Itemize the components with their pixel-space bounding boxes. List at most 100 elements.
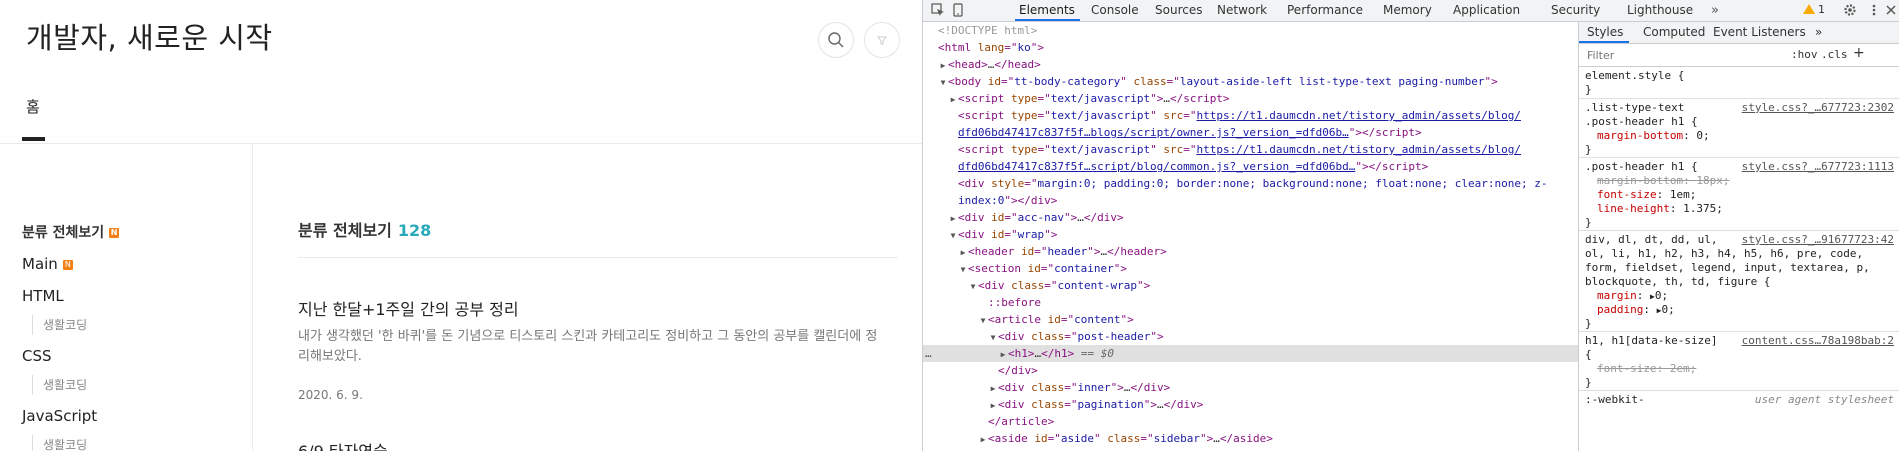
expand-icon[interactable]: ▶ [948, 91, 958, 107]
dom-node-continued[interactable]: dfd06bd47417c837f5f…blogs/script/owner.j… [923, 124, 1578, 141]
tab-memory[interactable]: Memory [1383, 0, 1432, 21]
collapse-icon[interactable]: ▼ [968, 278, 978, 294]
tab-computed[interactable]: Computed [1643, 22, 1705, 43]
rule-source-link[interactable]: style.css?_…91677723:42 [1742, 233, 1894, 247]
rule-declaration[interactable]: margin: ▶0; [1597, 289, 1668, 303]
rule-source-link[interactable]: content.css…78a198bab:2 [1742, 334, 1894, 348]
post-title[interactable]: 지난 한달+1주일 간의 공부 정리 [298, 296, 519, 320]
tab-lighthouse[interactable]: Lighthouse [1627, 0, 1693, 21]
styles-filter-input[interactable] [1585, 47, 1779, 64]
dom-node[interactable]: ▼ <body id="tt-body-category" class="layo… [923, 73, 1578, 90]
dom-node[interactable]: <div style="margin:0; padding:0; border:… [923, 175, 1578, 192]
dom-node[interactable]: ▶ <script type="text/javascript">…</scrip… [923, 90, 1578, 107]
style-rule[interactable]: h1, h1[data-ke-size] content.css…78a198b… [1579, 332, 1899, 391]
subcategory-item[interactable]: 생활코딩 [32, 435, 87, 451]
script-src-link[interactable]: dfd06bd47417c837f5f…blogs/script/owner.j… [958, 126, 1349, 139]
dom-node[interactable]: ▼ <div id="wrap"> [923, 226, 1578, 243]
category-item-all[interactable]: 분류 전체보기 N [22, 222, 120, 242]
more-tabs-button[interactable]: » [1711, 0, 1719, 21]
rule-declaration[interactable]: font-size: 1em; [1597, 188, 1696, 202]
dom-node[interactable]: </article> [923, 413, 1578, 430]
style-rule[interactable]: .post-header h1 { style.css?_…677723:111… [1579, 158, 1899, 231]
tab-performance[interactable]: Performance [1287, 0, 1363, 21]
rule-declaration-overridden[interactable]: font-size: 2em; [1597, 362, 1696, 376]
dom-node[interactable]: ▶ <div class="pagination">…</div> [923, 396, 1578, 413]
script-src-link[interactable]: https://t1.daumcdn.net/tistory_admin/ass… [1196, 143, 1521, 156]
new-style-rule-button[interactable]: + [1853, 45, 1865, 61]
inspect-element-icon[interactable] [931, 3, 945, 17]
more-options-icon[interactable] [1871, 3, 1877, 17]
rule-declaration[interactable]: line-height: 1.375; [1597, 202, 1723, 216]
rule-source-link[interactable]: style.css?_…677723:2302 [1742, 101, 1894, 115]
category-item-html[interactable]: HTML [22, 287, 64, 305]
nav-tab-home[interactable]: 홈 [26, 96, 40, 117]
dom-node[interactable]: ▼ <div class="content-wrap"> [923, 277, 1578, 294]
dom-node[interactable]: <html lang="ko"> [923, 39, 1578, 56]
more-style-tabs-button[interactable]: » [1815, 22, 1822, 43]
dom-tree[interactable]: <!DOCTYPE html> <html lang="ko"> ▶ <head>… [923, 22, 1578, 451]
expand-icon[interactable]: ▶ [988, 397, 998, 413]
collapse-icon[interactable]: ▼ [938, 74, 948, 90]
collapse-icon[interactable]: ▼ [958, 261, 968, 277]
script-src-link[interactable]: dfd06bd47417c837f5f…script/blog/common.j… [958, 160, 1355, 173]
dom-node[interactable]: ▶ <head>…</head> [923, 56, 1578, 73]
category-item-main[interactable]: Main N [22, 255, 73, 273]
style-rule[interactable]: :-webkit- user agent stylesheet [1579, 391, 1899, 431]
post-title[interactable]: 6/9 타자연습 [298, 438, 388, 451]
rule-declaration[interactable]: margin-bottom: 0; [1597, 129, 1710, 143]
close-icon[interactable] [1885, 3, 1897, 17]
style-rule[interactable]: element.style { } [1579, 67, 1899, 99]
collapse-icon[interactable]: ▼ [988, 329, 998, 345]
style-rule[interactable]: .list-type-text style.css?_…677723:2302 … [1579, 99, 1899, 158]
dom-node-continued[interactable]: index:0"></div> [923, 192, 1578, 209]
dom-node[interactable]: ▼ <article id="content"> [923, 311, 1578, 328]
subcategory-item[interactable]: 생활코딩 [32, 315, 87, 335]
tab-console[interactable]: Console [1091, 0, 1139, 21]
search-button[interactable] [818, 22, 854, 58]
dom-node[interactable]: ▶ <div class="inner">…</div> [923, 379, 1578, 396]
collapse-icon[interactable]: ▼ [978, 312, 988, 328]
warnings-counter[interactable]: 1 [1803, 3, 1825, 17]
tab-event-listeners[interactable]: Event Listeners [1713, 22, 1806, 43]
dom-node-selected[interactable]: … ▶ <h1>…</h1> == $0 [923, 345, 1578, 362]
category-item-css[interactable]: CSS [22, 347, 52, 365]
tab-security[interactable]: Security [1551, 0, 1600, 21]
expand-icon[interactable]: ▶ [978, 431, 988, 447]
expand-icon[interactable]: ▶ [948, 210, 958, 226]
dom-node[interactable]: <!DOCTYPE html> [923, 22, 1578, 39]
dom-node[interactable]: ▼ <section id="container"> [923, 260, 1578, 277]
expand-icon[interactable]: ▶ [998, 346, 1008, 362]
category-item-javascript[interactable]: JavaScript [22, 407, 97, 425]
filter-button[interactable] [864, 22, 900, 58]
post-summary[interactable]: 내가 생각했던 '한 바퀴'를 돈 기념으로 티스토리 스킨과 카테고리도 정비… [298, 327, 888, 367]
style-rule[interactable]: div, dl, dt, dd, ul, style.css?_…9167772… [1579, 231, 1899, 332]
tab-styles[interactable]: Styles [1587, 22, 1623, 43]
subcategory-item[interactable]: 생활코딩 [32, 375, 87, 395]
collapse-icon[interactable]: ▼ [948, 227, 958, 243]
dom-node[interactable]: ▶ <div id="acc-nav">…</div> [923, 209, 1578, 226]
dom-node[interactable]: ▼ <div class="post-header"> [923, 328, 1578, 345]
hover-state-toggle[interactable]: :hov [1791, 48, 1818, 61]
dom-node[interactable]: </div> [923, 362, 1578, 379]
expand-icon[interactable]: ▶ [938, 57, 948, 73]
tab-application[interactable]: Application [1453, 0, 1520, 21]
rule-declaration-overridden[interactable]: margin-bottom: 18px; [1597, 174, 1729, 188]
node-actions-icon[interactable]: … [925, 345, 932, 362]
gear-icon[interactable] [1843, 3, 1857, 17]
dom-node[interactable]: <script type="text/javascript" src="http… [923, 107, 1578, 124]
dom-node[interactable]: ▶ <aside id="aside" class="sidebar">…</as… [923, 430, 1578, 447]
class-toggle[interactable]: .cls [1821, 48, 1848, 61]
rule-source-link[interactable]: style.css?_…677723:1113 [1742, 160, 1894, 174]
tab-network[interactable]: Network [1217, 0, 1267, 21]
dom-node-continued[interactable]: dfd06bd47417c837f5f…script/blog/common.j… [923, 158, 1578, 175]
tab-elements[interactable]: Elements [1019, 0, 1075, 21]
rule-declaration[interactable]: padding: ▶0; [1597, 303, 1675, 317]
dom-node[interactable]: ▶ <header id="header">…</header> [923, 243, 1578, 260]
dom-node[interactable]: <script type="text/javascript" src="http… [923, 141, 1578, 158]
script-src-link[interactable]: https://t1.daumcdn.net/tistory_admin/ass… [1196, 109, 1521, 122]
device-toolbar-icon[interactable] [951, 3, 965, 17]
expand-icon[interactable]: ▶ [958, 244, 968, 260]
dom-node[interactable]: ::before [923, 294, 1578, 311]
tab-sources[interactable]: Sources [1155, 0, 1202, 21]
expand-icon[interactable]: ▶ [988, 380, 998, 396]
